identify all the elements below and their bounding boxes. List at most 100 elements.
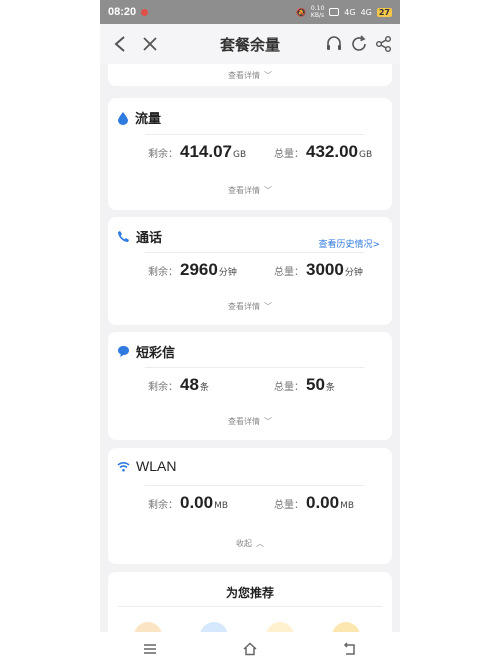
card-header: 流量 [117, 108, 161, 127]
status-time: 08:20 [108, 6, 137, 18]
view-details-label: 查看详情 [228, 302, 260, 311]
remaining-unit: 分钟 [218, 268, 237, 278]
total-label: 总量： [274, 149, 304, 160]
view-details-label: 查看详情 [228, 71, 260, 80]
total-stat: 总量： 0.00 MB [274, 493, 354, 513]
view-details-link[interactable]: 查看详情 ﹀ [108, 185, 392, 196]
recommend-item-icon[interactable] [134, 622, 162, 632]
chevron-down-icon: ﹀ [264, 302, 272, 311]
remaining-label: 剩余： [148, 500, 178, 511]
view-details-link[interactable]: 查看详情 ﹀ [108, 416, 392, 427]
remaining-stat: 剩余： 48 条 [148, 375, 209, 395]
view-details-label: 查看详情 [228, 417, 260, 426]
recommend-item-icon[interactable] [332, 622, 360, 632]
scroll-content[interactable]: 查看详情 ﹀ 流量 剩余： 414.07 GB 总量： 432.00 GB 查看详… [100, 64, 400, 632]
remaining-stat: 剩余： 0.00 MB [148, 493, 228, 513]
refresh-icon [352, 35, 366, 51]
card-divider [145, 134, 364, 135]
chevron-left-icon [114, 36, 125, 52]
remaining-label: 剩余： [148, 267, 178, 278]
card-title: 通话 [136, 231, 163, 246]
card-header: WLAN [117, 458, 176, 474]
remaining-unit: GB [233, 150, 247, 160]
remaining-unit: 条 [199, 383, 209, 393]
back-icon [343, 642, 355, 655]
view-details-link[interactable]: 查看详情 ﹀ [108, 301, 392, 312]
refresh-button[interactable] [347, 32, 371, 56]
view-history-link[interactable]: 查看历史情况> [318, 237, 380, 250]
drop-icon [118, 111, 128, 125]
card-divider [145, 367, 364, 368]
total-label: 总量： [274, 267, 304, 278]
title-bar: 套餐余量 [100, 24, 400, 64]
recommend-card: 为您推荐 [108, 572, 392, 632]
total-unit: 条 [325, 383, 335, 393]
status-icons: 🔕 0.10 KB/s 4G 4G 27 [296, 5, 392, 19]
total-stat: 总量： 50 条 [274, 375, 335, 395]
network-speed: 0.10 KB/s [310, 5, 325, 19]
battery-icon: 27 [376, 7, 392, 17]
remaining-stat: 剩余： 2960 分钟 [148, 260, 237, 280]
recommend-item-icon[interactable] [200, 622, 228, 632]
recommend-title: 为您推荐 [225, 586, 274, 600]
customer-service-button[interactable] [322, 32, 346, 56]
remaining-value: 48 [180, 375, 199, 394]
hd-icon [329, 8, 340, 16]
card-divider [145, 485, 364, 486]
collapse-link[interactable]: 收起 ︿ [108, 538, 392, 549]
close-button[interactable] [138, 32, 162, 56]
card-title: WLAN [136, 458, 177, 474]
sms-card: 短彩信 剩余： 48 条 总量： 50 条 查看详情 ﹀ [108, 332, 392, 440]
total-value: 432.00 [306, 142, 358, 161]
total-stat: 总量： 432.00 GB [274, 142, 372, 162]
previous-card: 查看详情 ﹀ [108, 64, 392, 86]
home-button[interactable] [235, 637, 265, 661]
recommend-item-icon[interactable] [266, 622, 294, 632]
share-button[interactable] [372, 32, 396, 56]
total-value: 3000 [306, 260, 344, 279]
chevron-down-icon: ﹀ [264, 417, 272, 426]
home-icon [243, 642, 257, 656]
total-value: 0.00 [306, 493, 340, 512]
total-value: 50 [306, 375, 325, 394]
card-title: 流量 [135, 112, 162, 127]
wlan-card: WLAN 剩余： 0.00 MB 总量： 0.00 MB 收起 ︿ [108, 448, 392, 564]
phone-screen: 08:20 🔕 0.10 KB/s 4G 4G 27 套餐余量 查看详情 ﹀ 流… [100, 0, 400, 666]
remaining-unit: MB [214, 501, 229, 511]
card-header: 短彩信 [117, 342, 175, 361]
status-bar: 08:20 🔕 0.10 KB/s 4G 4G 27 [100, 0, 400, 24]
total-stat: 总量： 3000 分钟 [274, 260, 363, 280]
mute-icon: 🔕 [295, 7, 306, 17]
remaining-value: 414.07 [180, 142, 232, 161]
chevron-down-icon: ﹀ [264, 71, 272, 80]
back-nav-button[interactable] [335, 637, 365, 661]
recording-indicator-icon [141, 8, 149, 16]
phone-icon [118, 231, 129, 242]
menu-button[interactable] [135, 637, 165, 661]
card-title: 短彩信 [136, 346, 176, 361]
voice-call-card: 通话 查看历史情况> 剩余： 2960 分钟 总量： 3000 分钟 查看详情 ﹀ [108, 217, 392, 325]
headset-icon [327, 36, 341, 50]
total-label: 总量： [274, 382, 304, 393]
remaining-stat: 剩余： 414.07 GB [148, 142, 246, 162]
data-usage-card: 流量 剩余： 414.07 GB 总量： 432.00 GB 查看详情 ﹀ [108, 98, 392, 210]
chevron-up-icon: ︿ [256, 539, 264, 548]
chevron-down-icon: ﹀ [264, 186, 272, 195]
remaining-value: 0.00 [180, 493, 214, 512]
total-label: 总量： [274, 500, 304, 511]
page-background: 08:20 🔕 0.10 KB/s 4G 4G 27 套餐余量 查看详情 ﹀ 流… [0, 0, 500, 666]
card-divider [118, 606, 382, 607]
remaining-label: 剩余： [148, 149, 178, 160]
view-details-link[interactable]: 查看详情 ﹀ [108, 70, 392, 81]
remaining-value: 2960 [180, 260, 218, 279]
collapse-label: 收起 [236, 539, 252, 548]
share-icon [376, 36, 391, 52]
total-unit: 分钟 [344, 268, 363, 278]
card-divider [145, 252, 364, 253]
remaining-label: 剩余： [148, 382, 178, 393]
menu-icon [144, 644, 156, 654]
total-unit: MB [340, 501, 355, 511]
view-details-label: 查看详情 [228, 186, 260, 195]
close-icon [143, 37, 157, 51]
back-button[interactable] [108, 32, 132, 56]
